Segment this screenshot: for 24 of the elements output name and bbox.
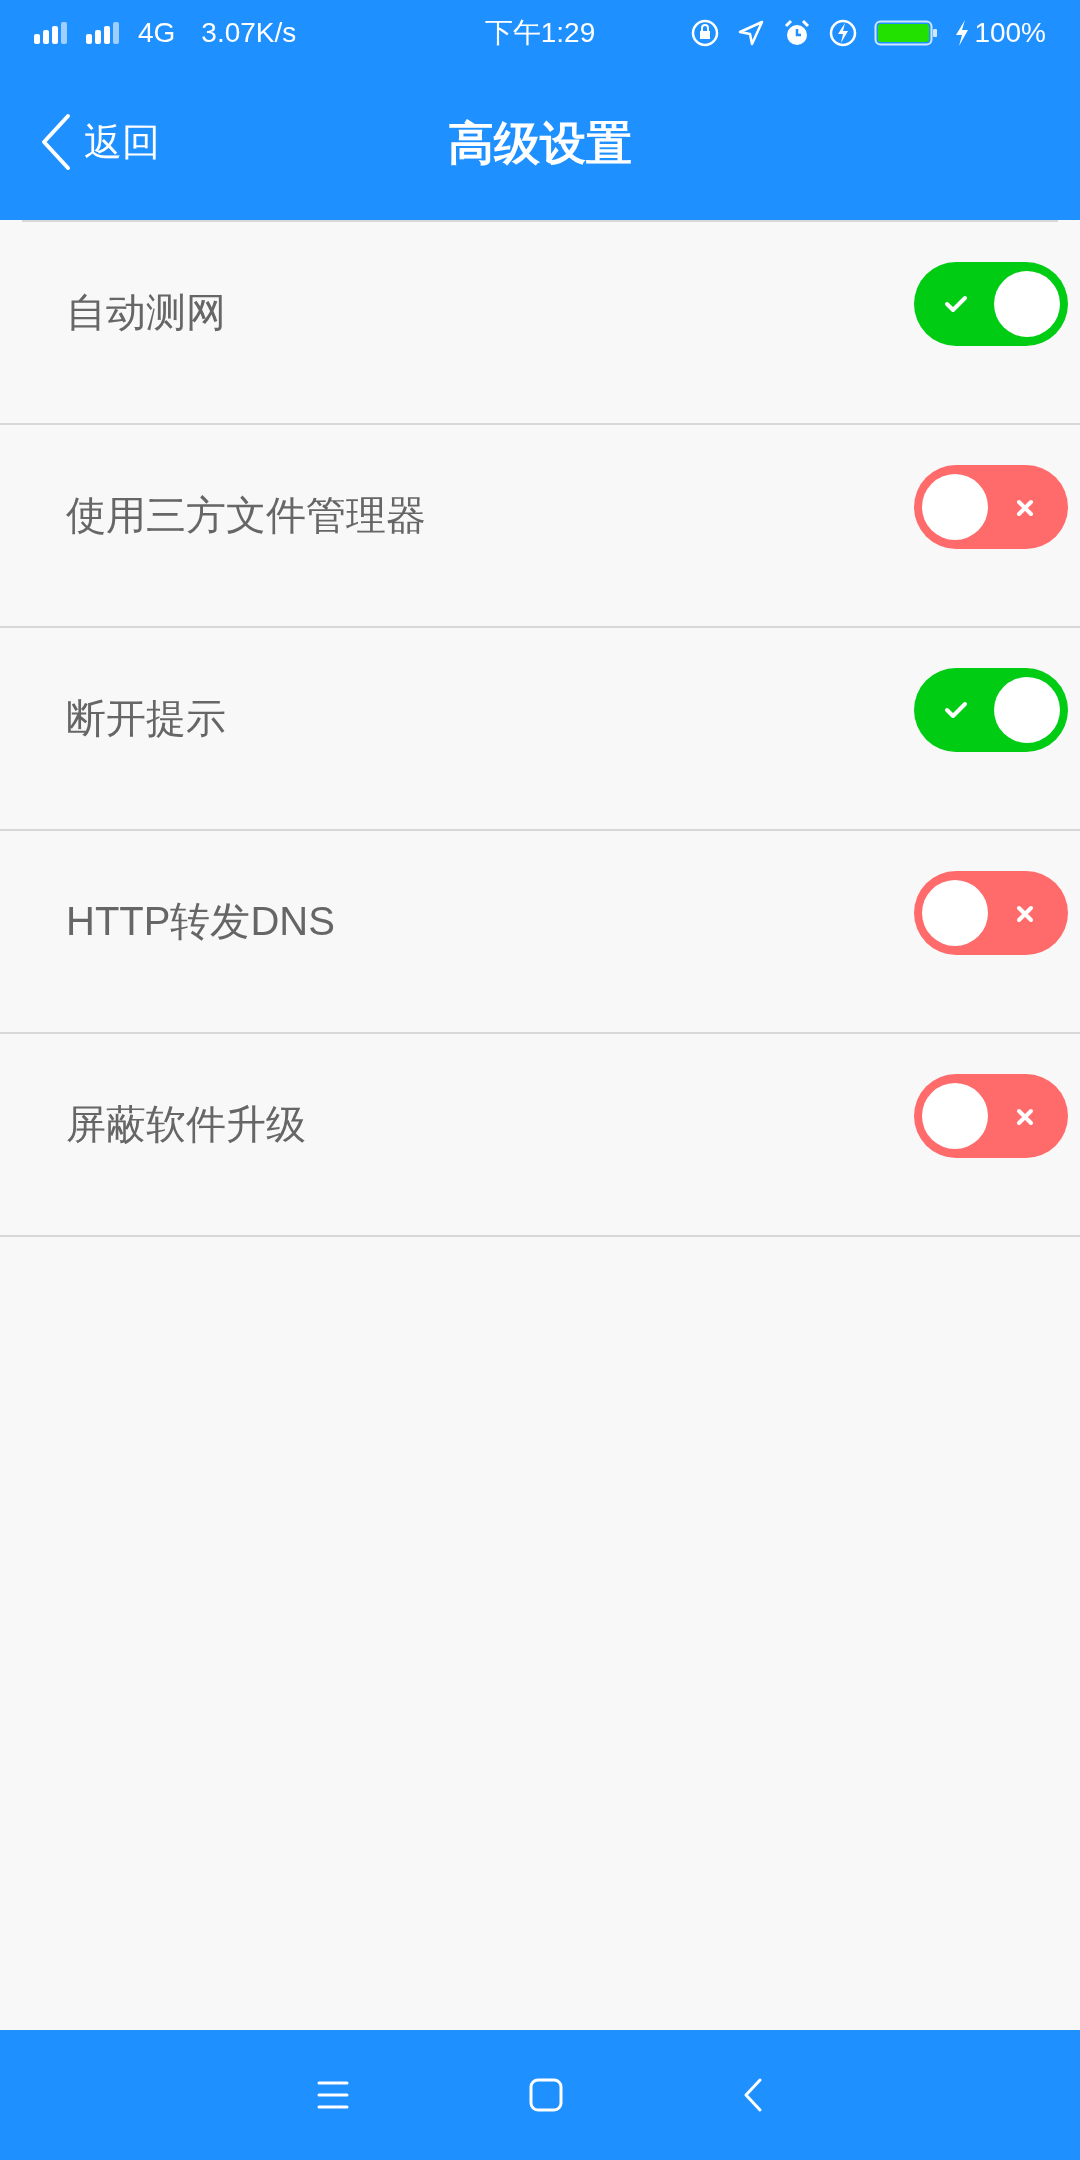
home-icon[interactable] bbox=[529, 2078, 563, 2112]
check-icon bbox=[944, 700, 968, 720]
cross-icon bbox=[1016, 1108, 1034, 1126]
setting-label: 屏蔽软件升级 bbox=[66, 1101, 306, 1148]
battery-icon bbox=[874, 18, 939, 48]
network-speed: 3.07K/s bbox=[201, 16, 297, 50]
check-icon bbox=[944, 294, 968, 314]
clock: 下午1:29 bbox=[484, 16, 596, 50]
back-icon[interactable] bbox=[743, 2078, 763, 2112]
cross-icon bbox=[1016, 905, 1034, 923]
page-title: 高级设置 bbox=[448, 115, 632, 171]
network-type: 4G bbox=[138, 16, 176, 50]
back-button[interactable]: 返回 bbox=[40, 112, 160, 172]
cross-icon bbox=[1016, 499, 1034, 517]
menu-icon[interactable] bbox=[317, 2080, 349, 2110]
rotation-lock-icon bbox=[690, 18, 721, 48]
bolt-icon bbox=[954, 19, 971, 47]
setting-label: HTTP转发DNS bbox=[66, 898, 335, 945]
setting-label: 断开提示 bbox=[66, 695, 226, 742]
chevron-left-icon bbox=[40, 112, 72, 172]
setting-label: 自动测网 bbox=[66, 289, 226, 336]
battery-level: 100% bbox=[974, 16, 1046, 50]
setting-label: 使用三方文件管理器 bbox=[66, 492, 426, 539]
charging-icon bbox=[828, 18, 859, 48]
